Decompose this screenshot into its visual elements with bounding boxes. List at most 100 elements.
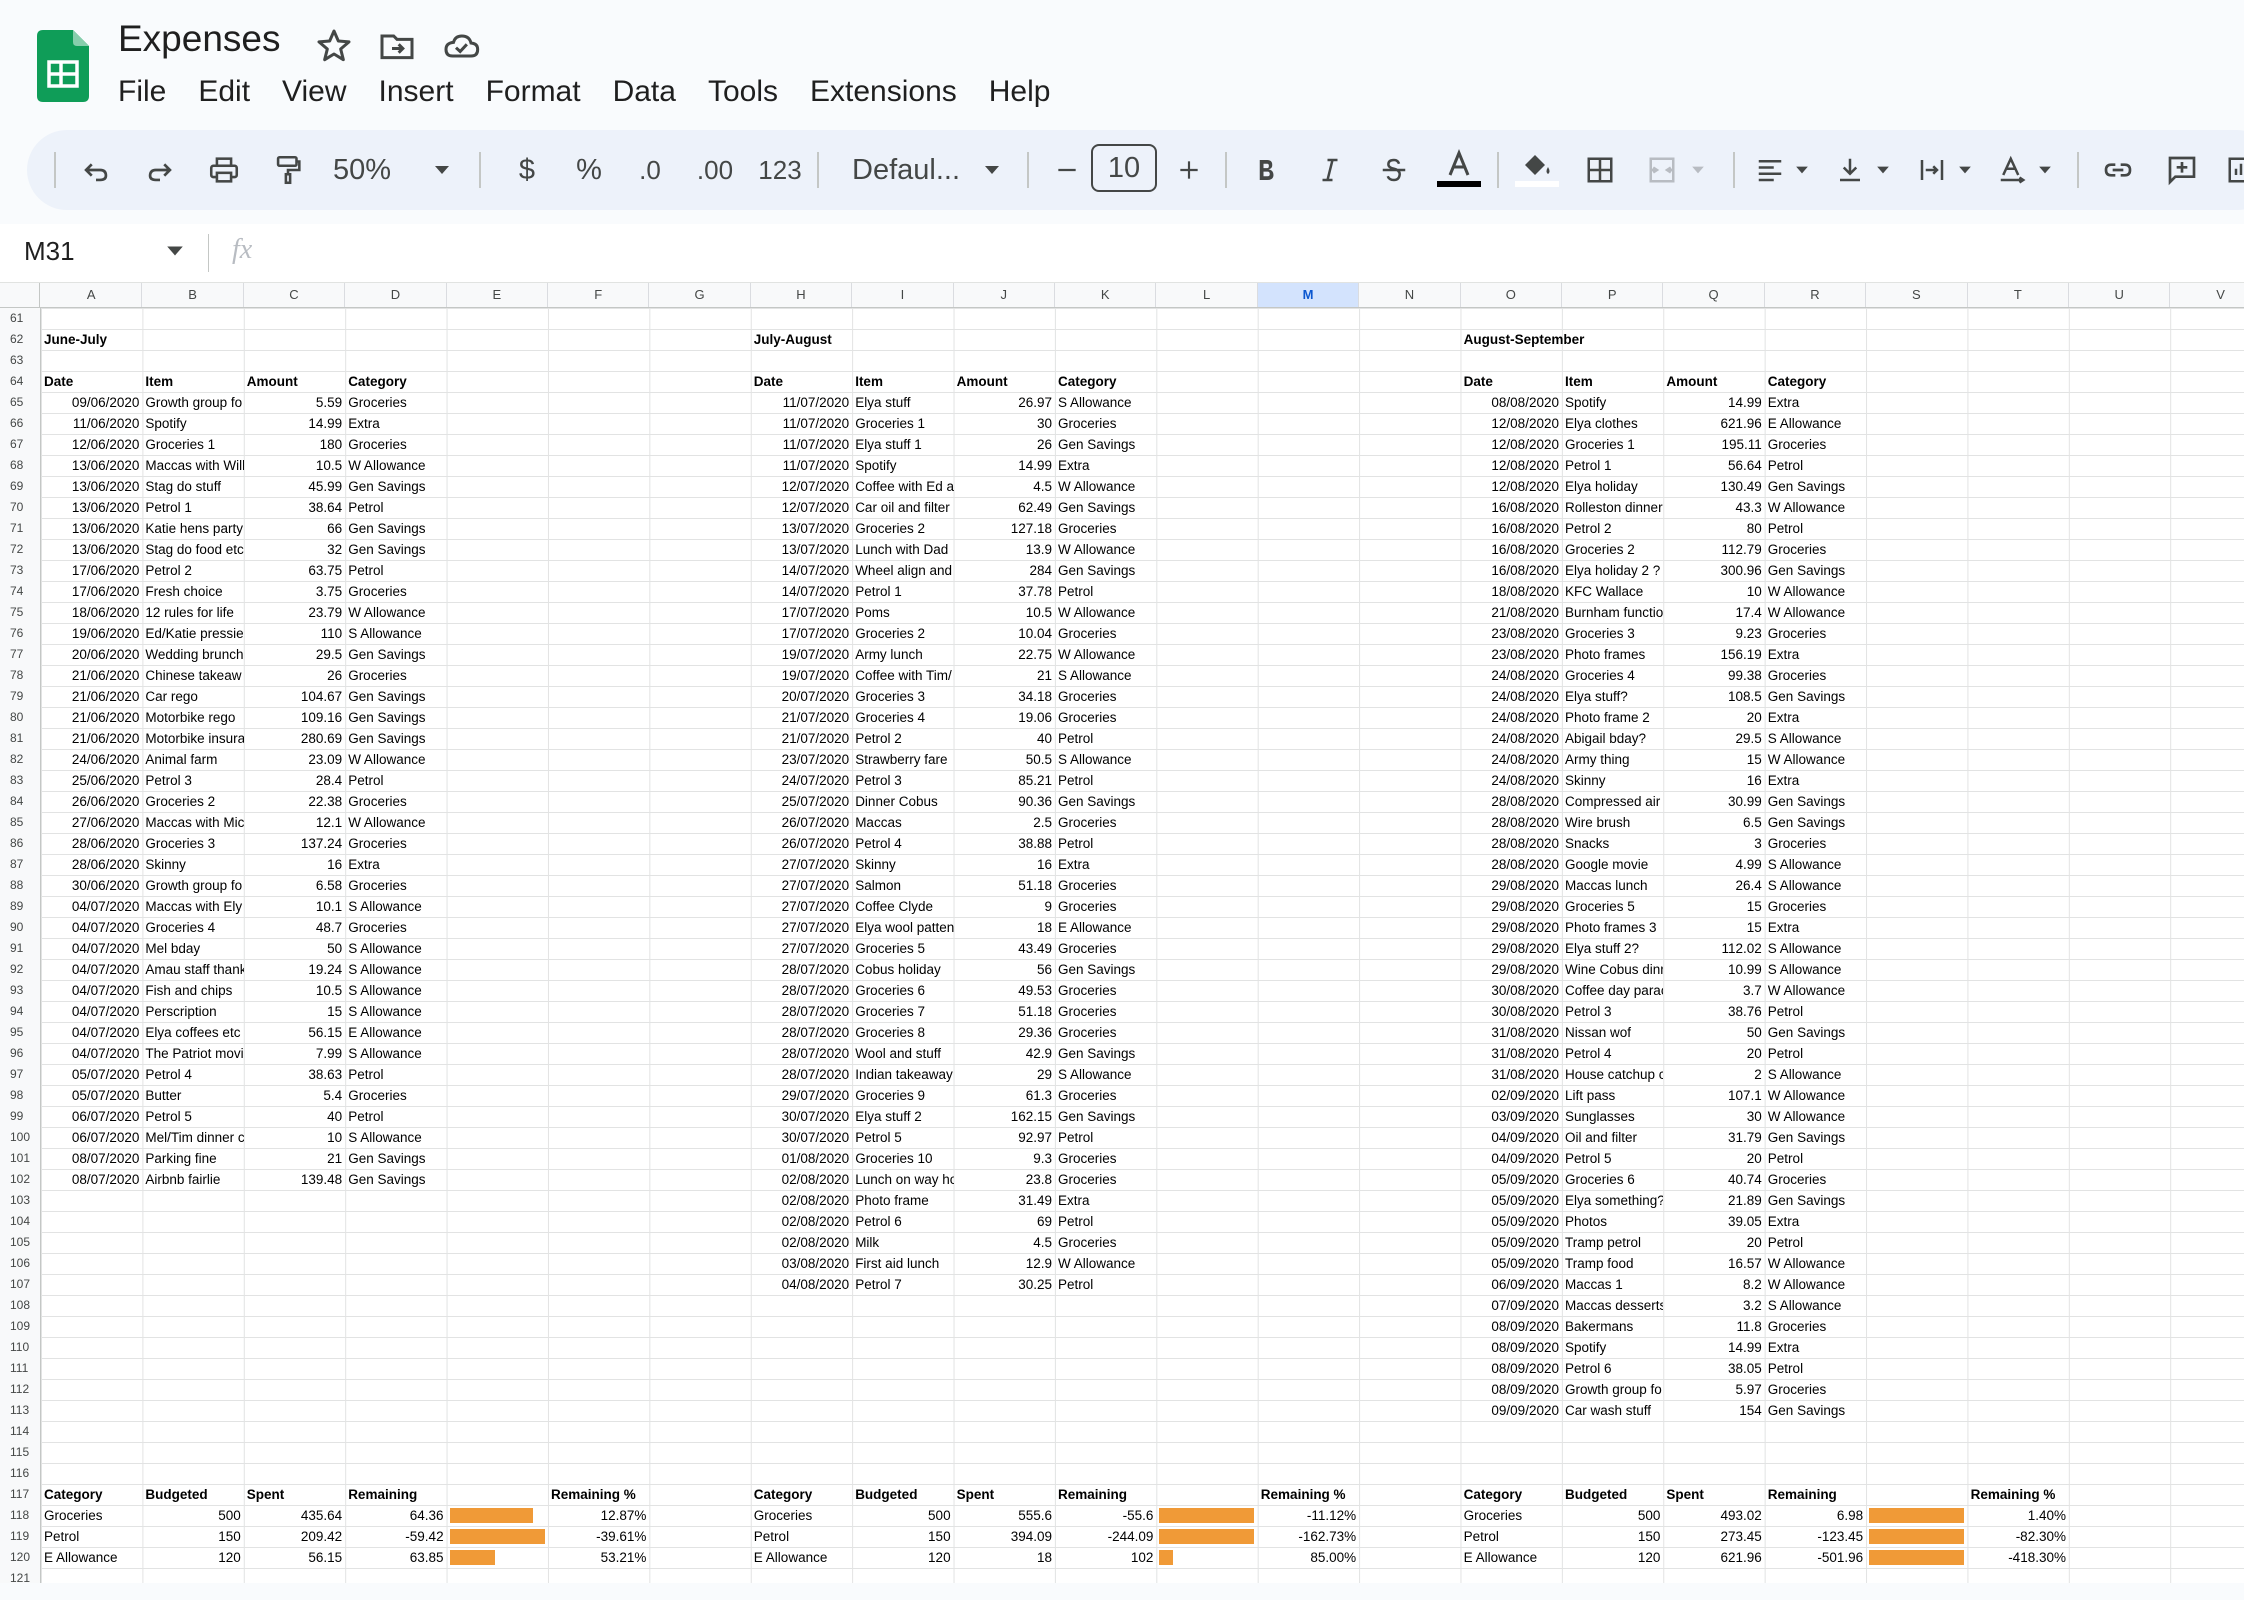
amount-cell[interactable]: 110 — [244, 623, 345, 644]
category-cell[interactable]: Groceries — [1765, 896, 1866, 917]
amount-cell[interactable]: 195.11 — [1663, 434, 1764, 455]
row-header[interactable]: 62 — [0, 329, 40, 350]
category-cell[interactable]: Groceries — [1055, 1085, 1156, 1106]
date-cell[interactable]: 13/06/2020 — [41, 455, 142, 476]
chevron-down-icon[interactable] — [1870, 142, 1896, 198]
summary-remaining[interactable]: -244.09 — [1055, 1526, 1156, 1547]
amount-cell[interactable]: 5.97 — [1663, 1379, 1764, 1400]
date-cell[interactable]: 08/07/2020 — [41, 1148, 142, 1169]
row-header[interactable]: 113 — [0, 1400, 40, 1421]
category-cell[interactable]: W Allowance — [1055, 644, 1156, 665]
item-cell[interactable]: Maccas 1 — [1562, 1274, 1663, 1295]
date-cell[interactable]: 28/06/2020 — [41, 833, 142, 854]
amount-cell[interactable]: 34.18 — [954, 686, 1055, 707]
summary-header[interactable]: Remaining % — [548, 1484, 649, 1505]
header-cell[interactable]: Date — [1461, 371, 1562, 392]
header-cell[interactable]: Amount — [1663, 371, 1764, 392]
item-cell[interactable]: Tramp petrol — [1562, 1232, 1663, 1253]
date-cell[interactable]: 24/08/2020 — [1461, 728, 1562, 749]
date-cell[interactable]: 04/09/2020 — [1461, 1127, 1562, 1148]
category-cell[interactable]: W Allowance — [345, 812, 446, 833]
date-cell[interactable]: 04/07/2020 — [41, 1001, 142, 1022]
amount-cell[interactable]: 15 — [1663, 917, 1764, 938]
date-cell[interactable]: 27/07/2020 — [751, 917, 852, 938]
date-cell[interactable]: 31/08/2020 — [1461, 1022, 1562, 1043]
category-cell[interactable]: Gen Savings — [1765, 791, 1866, 812]
italic-icon[interactable] — [1307, 142, 1353, 198]
item-cell[interactable]: Petrol 4 — [1562, 1043, 1663, 1064]
category-cell[interactable]: Groceries — [345, 392, 446, 413]
category-cell[interactable]: S Allowance — [345, 1001, 446, 1022]
summary-spent[interactable]: 621.96 — [1663, 1547, 1764, 1568]
amount-cell[interactable]: 26.4 — [1663, 875, 1764, 896]
item-cell[interactable]: 12 rules for life — [142, 602, 243, 623]
amount-cell[interactable]: 154 — [1663, 1400, 1764, 1421]
item-cell[interactable]: Elya wool patten — [852, 917, 953, 938]
date-cell[interactable]: 17/06/2020 — [41, 560, 142, 581]
amount-cell[interactable]: 104.67 — [244, 686, 345, 707]
chevron-down-icon[interactable] — [1685, 142, 1711, 198]
date-cell[interactable]: 02/08/2020 — [751, 1169, 852, 1190]
summary-remaining[interactable]: -501.96 — [1765, 1547, 1866, 1568]
column-header[interactable]: J — [954, 283, 1055, 307]
item-cell[interactable]: Ed/Katie pressie — [142, 623, 243, 644]
row-header[interactable]: 108 — [0, 1295, 40, 1316]
formula-input[interactable] — [280, 230, 2180, 276]
category-cell[interactable]: S Allowance — [1765, 959, 1866, 980]
date-cell[interactable]: 13/06/2020 — [41, 518, 142, 539]
item-cell[interactable]: Maccas with Mic — [142, 812, 243, 833]
date-cell[interactable]: 05/09/2020 — [1461, 1232, 1562, 1253]
item-cell[interactable]: Spotify — [852, 455, 953, 476]
item-cell[interactable]: Elya clothes — [1562, 413, 1663, 434]
amount-cell[interactable]: 19.06 — [954, 707, 1055, 728]
fill-color-icon[interactable] — [1511, 142, 1563, 198]
item-cell[interactable]: Elya holiday — [1562, 476, 1663, 497]
chevron-down-icon[interactable] — [977, 142, 1007, 198]
date-cell[interactable]: 04/09/2020 — [1461, 1148, 1562, 1169]
item-cell[interactable]: Maccas — [852, 812, 953, 833]
date-cell[interactable]: 30/08/2020 — [1461, 980, 1562, 1001]
row-header[interactable]: 119 — [0, 1526, 40, 1547]
amount-cell[interactable]: 9 — [954, 896, 1055, 917]
item-cell[interactable]: Groceries 6 — [1562, 1169, 1663, 1190]
item-cell[interactable]: Strawberry fare — [852, 749, 953, 770]
date-cell[interactable]: 17/06/2020 — [41, 581, 142, 602]
item-cell[interactable]: Maccas desserts — [1562, 1295, 1663, 1316]
row-header[interactable]: 96 — [0, 1043, 40, 1064]
valign-bottom-icon[interactable] — [1827, 142, 1873, 198]
category-cell[interactable]: Groceries — [1765, 1316, 1866, 1337]
amount-cell[interactable]: 156.19 — [1663, 644, 1764, 665]
date-cell[interactable]: 12/07/2020 — [751, 476, 852, 497]
row-header[interactable]: 63 — [0, 350, 40, 371]
item-cell[interactable]: Elya something? — [1562, 1190, 1663, 1211]
amount-cell[interactable]: 49.53 — [954, 980, 1055, 1001]
date-cell[interactable]: 21/07/2020 — [751, 728, 852, 749]
amount-cell[interactable]: 43.3 — [1663, 497, 1764, 518]
column-header[interactable]: V — [2170, 283, 2244, 307]
date-cell[interactable]: 04/07/2020 — [41, 938, 142, 959]
comment-icon[interactable] — [2159, 142, 2205, 198]
category-cell[interactable]: S Allowance — [1055, 749, 1156, 770]
category-cell[interactable]: Gen Savings — [1055, 1106, 1156, 1127]
category-cell[interactable]: Groceries — [345, 1085, 446, 1106]
amount-cell[interactable]: 17.4 — [1663, 602, 1764, 623]
date-cell[interactable]: 05/07/2020 — [41, 1064, 142, 1085]
category-cell[interactable]: Groceries — [1055, 413, 1156, 434]
amount-cell[interactable]: 26 — [954, 434, 1055, 455]
amount-cell[interactable]: 2 — [1663, 1064, 1764, 1085]
item-cell[interactable]: Perscription — [142, 1001, 243, 1022]
item-cell[interactable]: Petrol 1 — [142, 497, 243, 518]
category-cell[interactable]: Extra — [1765, 1211, 1866, 1232]
category-cell[interactable]: Groceries — [345, 833, 446, 854]
amount-cell[interactable]: 112.79 — [1663, 539, 1764, 560]
decrease-decimal-button[interactable]: .0 — [625, 142, 675, 198]
date-cell[interactable]: 29/08/2020 — [1461, 959, 1562, 980]
category-cell[interactable]: Groceries — [1765, 539, 1866, 560]
category-cell[interactable]: Groceries — [345, 917, 446, 938]
category-cell[interactable]: Gen Savings — [1765, 560, 1866, 581]
date-cell[interactable]: 23/07/2020 — [751, 749, 852, 770]
amount-cell[interactable]: 26 — [244, 665, 345, 686]
amount-cell[interactable]: 56.64 — [1663, 455, 1764, 476]
column-header[interactable]: I — [852, 283, 954, 307]
item-cell[interactable]: Elya stuff 2? — [1562, 938, 1663, 959]
